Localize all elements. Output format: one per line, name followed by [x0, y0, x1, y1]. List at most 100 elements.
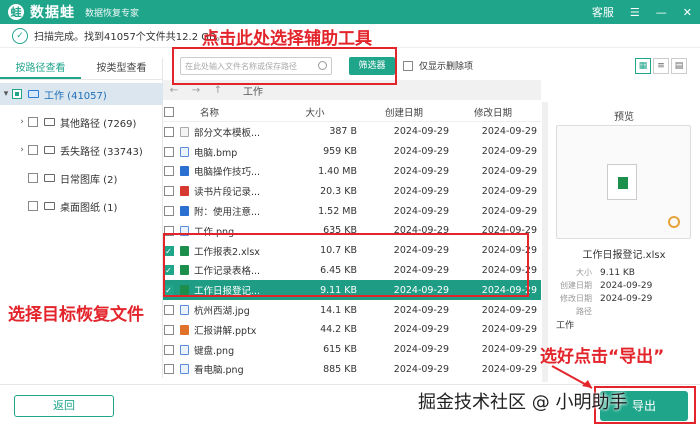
select-all-checkbox[interactable] [163, 106, 174, 117]
tree-label: 其他路径 (7269) [60, 118, 137, 130]
table-row[interactable]: 看电脑.png 885 KB 2024-09-29 2024-09-29 [163, 360, 541, 380]
row-checkbox[interactable] [163, 344, 174, 355]
zoom-icon[interactable] [668, 216, 680, 228]
annotation-top: 点击此处选择辅助工具 [202, 29, 372, 49]
file-modified: 2024-09-29 [481, 324, 537, 336]
back-arrow-icon[interactable]: ← [163, 85, 185, 96]
tree-checkbox[interactable] [28, 117, 38, 127]
only-deleted-checkbox[interactable] [403, 60, 413, 71]
close-icon[interactable]: ✕ [683, 6, 692, 19]
tree-item-other[interactable]: › 其他路径 (7269) [0, 111, 163, 133]
file-modified: 2024-09-29 [481, 146, 537, 158]
file-created: 2024-09-29 [393, 146, 449, 158]
file-created: 2024-09-29 [393, 185, 449, 197]
col-name[interactable]: 名称 [180, 105, 273, 119]
back-button[interactable]: 返回 [14, 395, 114, 417]
col-size[interactable]: 大小 [273, 105, 359, 119]
col-modified[interactable]: 修改日期 [449, 105, 537, 119]
app-logo: 蛙 数据蛙 数据恢复专家 [8, 2, 139, 22]
only-deleted-toggle[interactable]: 仅显示删除项 [403, 59, 473, 72]
menu-icon[interactable]: ☰ [630, 6, 640, 19]
table-row[interactable]: 读书片段记录... 20.3 KB 2024-09-29 2024-09-29 [163, 181, 541, 201]
row-checkbox[interactable] [163, 166, 174, 177]
detail-view-icon[interactable]: ▤ [671, 58, 687, 74]
row-checkbox[interactable] [163, 305, 174, 316]
file-size: 615 KB [323, 344, 357, 356]
ppt-icon [180, 324, 189, 335]
only-deleted-label: 仅显示删除项 [419, 62, 474, 72]
annotation-left: 选择目标恢复文件 [8, 305, 144, 325]
preview-file-name: 工作日报登记.xlsx [582, 250, 666, 261]
table-row[interactable]: 部分文本模板... 387 B 2024-09-29 2024-09-29 [163, 122, 541, 142]
folder-icon [44, 202, 55, 210]
file-size: 44.2 KB [320, 324, 357, 336]
tree-item-desktop[interactable]: 桌面图纸 (1) [0, 195, 163, 217]
tree-item-gallery[interactable]: 日常图库 (2) [0, 167, 163, 189]
word-icon [180, 206, 189, 217]
row-checkbox[interactable] [163, 364, 174, 375]
table-row[interactable]: 杭州西湖.jpg 14.1 KB 2024-09-29 2024-09-29 [163, 300, 541, 320]
tree-label: 日常图库 (2) [60, 174, 118, 186]
file-created: 2024-09-29 [393, 363, 449, 375]
row-checkbox[interactable] [163, 126, 174, 137]
check-circle-icon: ✓ [12, 27, 28, 44]
app-name: 数据蛙 [30, 5, 75, 21]
tree-checkbox[interactable] [28, 173, 38, 183]
tree-checkbox[interactable] [28, 145, 38, 155]
size-label: 大小 [576, 268, 592, 277]
row-checkbox[interactable] [163, 146, 174, 157]
support-link[interactable]: 客服 [592, 4, 614, 20]
forward-arrow-icon[interactable]: → [185, 85, 207, 96]
row-checkbox[interactable] [163, 206, 174, 217]
image-icon [180, 146, 189, 157]
table-row[interactable]: 附：使用注意... 1.52 MB 2024-09-29 2024-09-29 [163, 201, 541, 221]
preview-box [556, 125, 691, 239]
file-name: 键盘.png [194, 345, 235, 357]
row-checkbox[interactable] [163, 324, 174, 335]
size-value: 9.11 KB [600, 267, 635, 278]
path-label: 路径 [576, 307, 592, 316]
up-arrow-icon[interactable]: ↑ [207, 85, 229, 96]
preview-title: 预览 [614, 112, 634, 123]
image-icon [180, 305, 189, 316]
preview-info: 大小 9.11 KB 创建日期 2024-09-29 修改日期 2024-09-29 … [548, 266, 700, 332]
image-icon [180, 344, 189, 355]
file-created: 2024-09-29 [393, 304, 449, 316]
tree-checkbox[interactable] [12, 89, 22, 99]
file-table-header: 名称 大小 创建日期 修改日期 [163, 102, 541, 122]
chevron-right-icon[interactable]: › [16, 145, 28, 155]
tab-by-path[interactable]: 按路径查看 [0, 58, 81, 79]
table-row[interactable]: 电脑.bmp 959 KB 2024-09-29 2024-09-29 [163, 142, 541, 162]
table-row[interactable]: 汇报讲解.pptx 44.2 KB 2024-09-29 2024-09-29 [163, 320, 541, 340]
col-created[interactable]: 创建日期 [359, 105, 449, 119]
file-created: 2024-09-29 [393, 324, 449, 336]
view-mode-tabs: 按路径查看 按类型查看 [0, 58, 162, 80]
table-row[interactable]: 电脑操作技巧... 1.40 MB 2024-09-29 2024-09-29 [163, 162, 541, 182]
file-size: 1.52 MB [318, 205, 357, 217]
file-modified: 2024-09-29 [481, 344, 537, 356]
tree-item-work[interactable]: ▾ 工作 (41057) [0, 83, 163, 105]
modified-value: 2024-09-29 [600, 293, 653, 304]
table-row[interactable]: 键盘.png 615 KB 2024-09-29 2024-09-29 [163, 340, 541, 360]
file-created: 2024-09-29 [393, 126, 449, 138]
file-size: 14.1 KB [320, 304, 357, 316]
minimize-icon[interactable]: — [656, 6, 667, 19]
file-modified: 2024-09-29 [481, 165, 537, 177]
tree-item-lost[interactable]: › 丢失路径 (33743) [0, 139, 163, 161]
pdf-icon [180, 186, 189, 197]
chevron-right-icon[interactable]: › [16, 117, 28, 127]
row-checkbox[interactable] [163, 186, 174, 197]
file-name: 部分文本模板... [194, 127, 261, 139]
left-panel: 按路径查看 按类型查看 ▾ 工作 (41057) › 其他路径 (7269) ›… [0, 58, 163, 378]
scan-status-text: 扫描完成。找到41057个文件共12.2 GB。 [34, 32, 226, 43]
file-name: 电脑操作技巧... [194, 167, 261, 179]
file-size: 885 KB [323, 363, 357, 375]
view-toggles: ▦ ≡ ▤ [635, 58, 687, 74]
file-size: 387 B [329, 126, 357, 138]
grid-view-icon[interactable]: ▦ [635, 58, 651, 74]
tab-by-type[interactable]: 按类型查看 [81, 58, 162, 79]
chevron-down-icon[interactable]: ▾ [0, 89, 12, 99]
annotation-box-files [163, 233, 529, 297]
list-view-icon[interactable]: ≡ [653, 58, 669, 74]
tree-checkbox[interactable] [28, 201, 38, 211]
